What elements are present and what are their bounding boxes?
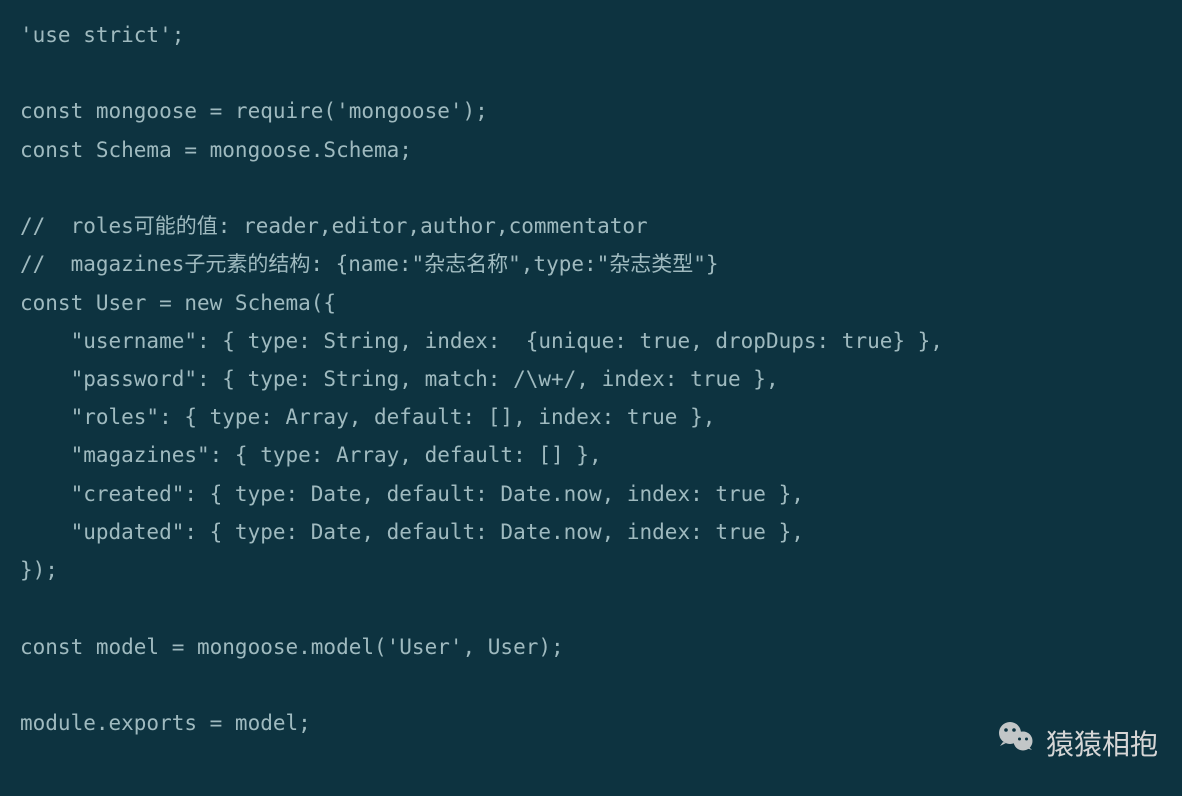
- wechat-watermark: 猿猿相抱: [996, 717, 1158, 774]
- code-block: 'use strict'; const mongoose = require('…: [20, 16, 1162, 742]
- code-content: 'use strict'; const mongoose = require('…: [20, 23, 943, 735]
- watermark-text: 猿猿相抱: [1046, 720, 1158, 771]
- wechat-icon: [996, 717, 1036, 774]
